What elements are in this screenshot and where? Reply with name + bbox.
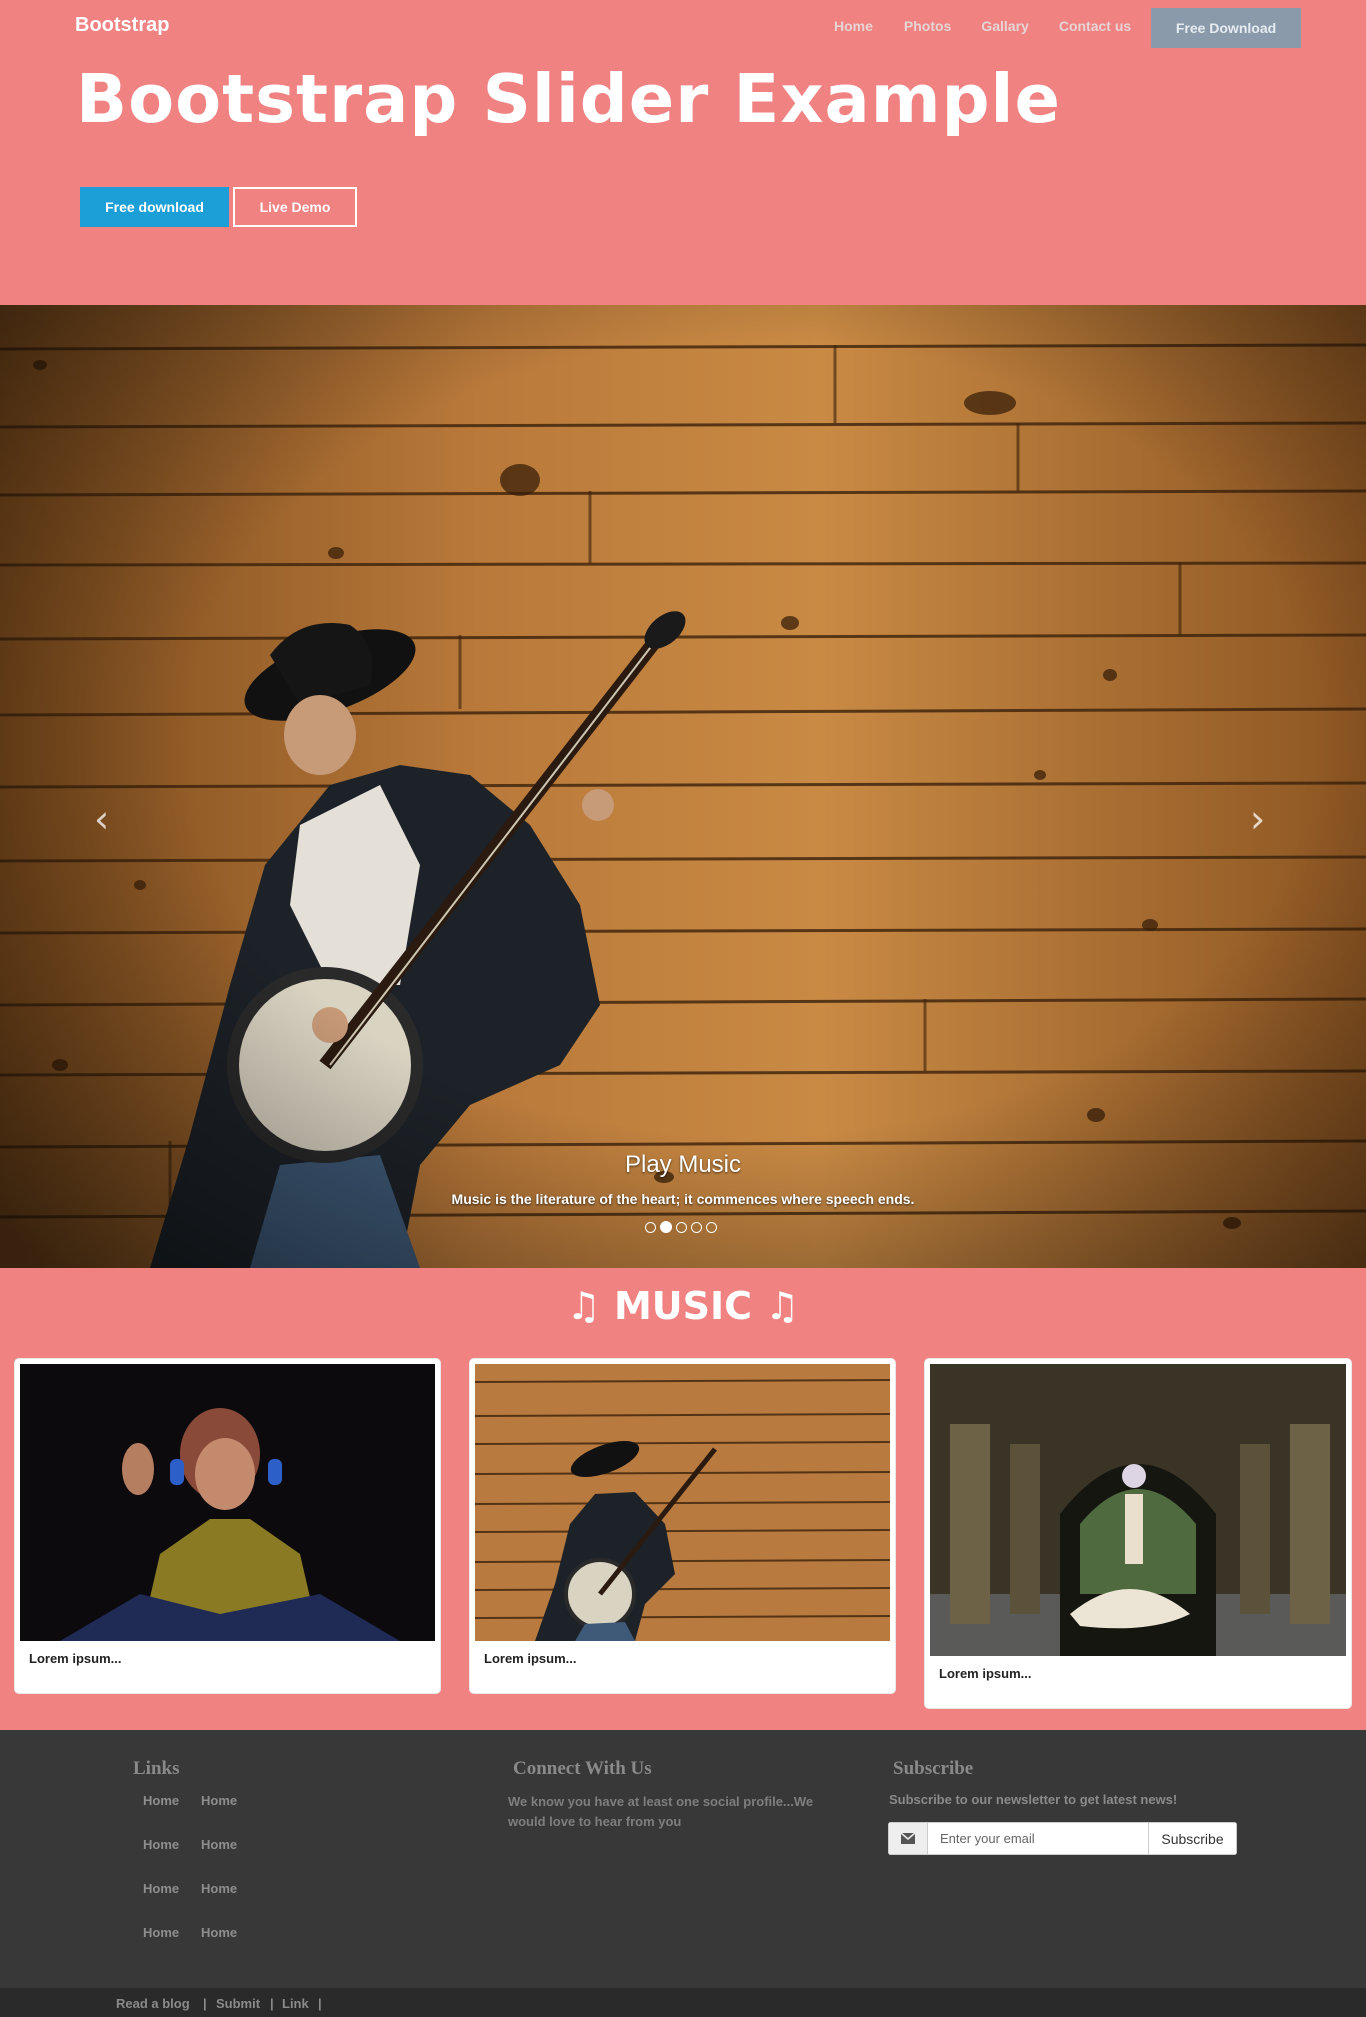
carousel (0, 305, 1366, 1268)
card-caption: Lorem ipsum... (29, 1651, 122, 1666)
slide-caption-title: Play Music (624, 1151, 742, 1178)
header: Bootstrap Home Photos Gallary Contact us… (0, 0, 1366, 305)
subscribe-button[interactable]: Subscribe (1149, 1822, 1237, 1855)
footer-subscribe-text: Subscribe to our newsletter to get lates… (889, 1792, 1178, 1807)
music-heading: ♫ MUSIC ♫ (566, 1284, 800, 1328)
carousel-indicator-5[interactable] (706, 1222, 717, 1233)
envelope-icon (888, 1822, 928, 1855)
card-image (930, 1364, 1346, 1656)
hero-title: Bootstrap Slider Example (76, 60, 1061, 138)
bottom-bar: Read a blog | Submit | Link | (0, 1988, 1366, 2017)
free-download-button[interactable]: Free download (80, 187, 229, 227)
footer (0, 1730, 1366, 1988)
bottom-separator: | (203, 1996, 207, 2011)
bottom-link-read-blog[interactable]: Read a blog (116, 1996, 190, 2011)
bottom-link-link[interactable]: Link (282, 1996, 309, 2011)
footer-link[interactable]: Home (201, 1837, 237, 1852)
footer-link[interactable]: Home (143, 1793, 179, 1808)
carousel-indicator-1[interactable] (645, 1222, 656, 1233)
music-card-3[interactable]: Lorem ipsum... (925, 1359, 1351, 1708)
chevron-right-icon[interactable]: › (1250, 800, 1265, 838)
nav-link-photos[interactable]: Photos (904, 18, 951, 34)
card-image (20, 1364, 435, 1641)
footer-connect-heading: Connect With Us (513, 1758, 652, 1779)
carousel-indicator-2[interactable] (660, 1221, 672, 1233)
footer-link[interactable]: Home (201, 1881, 237, 1896)
footer-link[interactable]: Home (143, 1837, 179, 1852)
footer-link[interactable]: Home (143, 1925, 179, 1940)
subscribe-form: Subscribe (888, 1822, 1237, 1855)
music-card-1[interactable]: Lorem ipsum... (15, 1359, 440, 1693)
bottom-link-submit[interactable]: Submit (216, 1996, 260, 2011)
carousel-indicator-3[interactable] (676, 1222, 687, 1233)
footer-connect-text: We know you have at least one social pro… (508, 1794, 814, 1829)
main-nav: Home Photos Gallary Contact us (834, 18, 1161, 34)
footer-link[interactable]: Home (143, 1881, 179, 1896)
nav-link-contact[interactable]: Contact us (1059, 18, 1131, 34)
nav-link-home[interactable]: Home (834, 18, 873, 34)
card-caption: Lorem ipsum... (939, 1666, 1032, 1681)
nav-link-gallary[interactable]: Gallary (981, 18, 1028, 34)
email-input[interactable] (928, 1822, 1149, 1855)
music-card-2[interactable]: Lorem ipsum... (470, 1359, 895, 1693)
bottom-separator: | (318, 1996, 322, 2011)
slide-caption-text: Music is the literature of the heart; it… (451, 1191, 915, 1207)
card-caption: Lorem ipsum... (484, 1651, 577, 1666)
footer-subscribe-heading: Subscribe (893, 1758, 974, 1779)
slide-image (0, 305, 1366, 1268)
carousel-indicators (645, 1221, 717, 1233)
card-image (475, 1364, 890, 1641)
brand-link[interactable]: Bootstrap (75, 14, 169, 37)
bottom-separator: | (270, 1996, 274, 2011)
carousel-indicator-4[interactable] (691, 1222, 702, 1233)
footer-link[interactable]: Home (201, 1925, 237, 1940)
free-download-nav-button[interactable]: Free Download (1151, 8, 1301, 48)
footer-links-heading: Links (133, 1758, 180, 1779)
footer-link[interactable]: Home (201, 1793, 237, 1808)
live-demo-button[interactable]: Live Demo (233, 187, 357, 227)
chevron-left-icon[interactable]: ‹ (94, 800, 109, 838)
